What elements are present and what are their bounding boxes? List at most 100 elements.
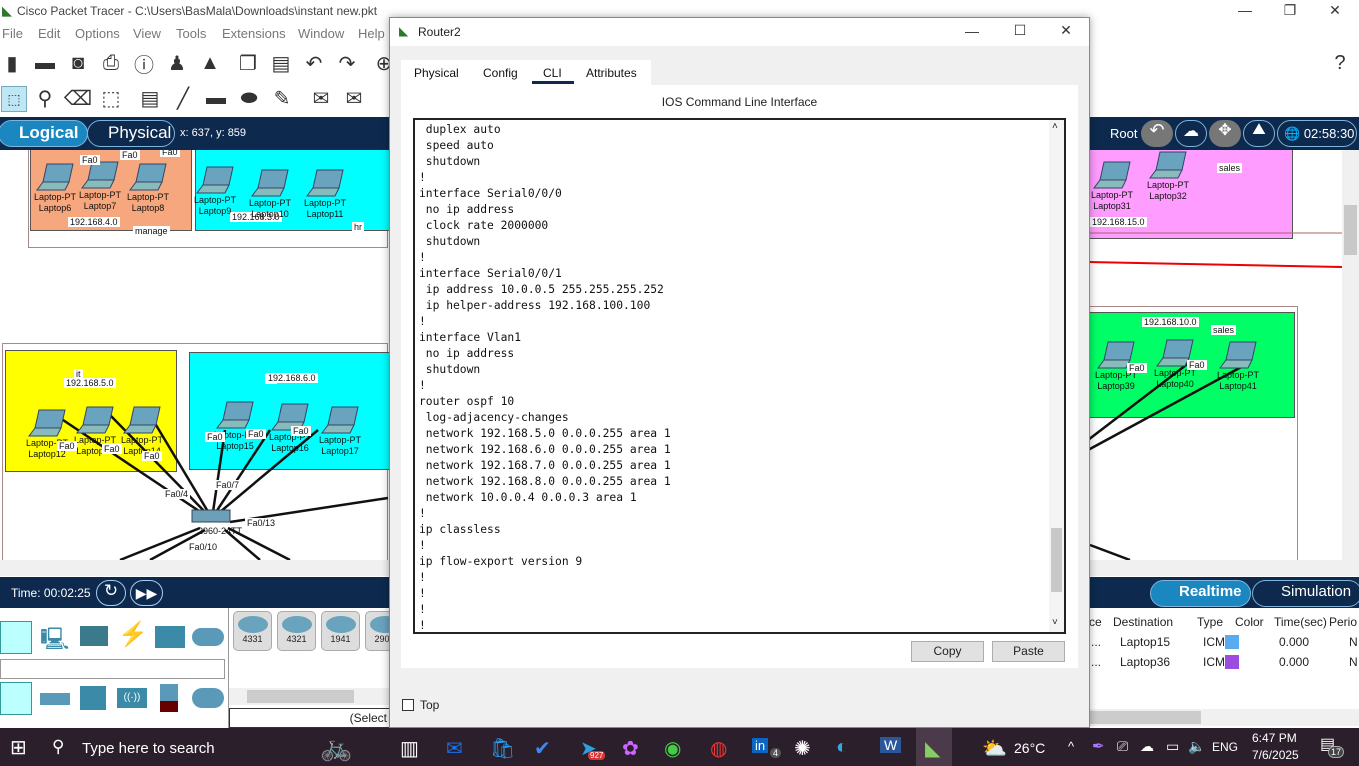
task-view-icon[interactable]: ▥ — [400, 736, 419, 761]
laptop-label[interactable]: Laptop-PT Laptop31 — [1084, 190, 1140, 212]
laptop-label[interactable]: Laptop-PT Laptop11 — [297, 198, 353, 220]
laptop-icon[interactable] — [128, 162, 168, 195]
pdu-column-header[interactable]: Color — [1235, 615, 1264, 629]
end-devices-category-icon[interactable]: 🖳 — [40, 622, 69, 660]
close-button[interactable]: ✕ — [1320, 2, 1350, 19]
info-icon[interactable]: ⓘ — [132, 51, 156, 77]
chrome-icon[interactable]: ◉ — [664, 736, 681, 761]
realtime-mode-button[interactable]: Realtime — [1150, 580, 1251, 607]
camera-icon[interactable]: ⎚ — [1117, 738, 1128, 755]
hubs-subcategory-icon[interactable] — [80, 686, 106, 710]
network-devices-category[interactable] — [0, 621, 32, 654]
app-icon[interactable]: ◍ — [710, 736, 727, 761]
menu-help[interactable]: Help — [358, 26, 385, 41]
models-scrollbar[interactable] — [229, 688, 389, 705]
maximize-button[interactable]: ❐ — [1275, 2, 1305, 19]
physical-view-tab[interactable]: Physical — [87, 120, 175, 147]
laptop-label[interactable]: Laptop-PT Laptop10 — [242, 198, 298, 220]
undo-icon[interactable]: ↶ — [302, 51, 326, 75]
custom-device-icon[interactable]: ▲ — [198, 51, 222, 75]
routers-subcategory[interactable] — [0, 682, 32, 715]
copilot-icon[interactable]: ✿ — [622, 736, 639, 761]
pdu-column-header[interactable]: Perio — [1329, 615, 1357, 629]
tab-config[interactable]: Config — [483, 66, 518, 80]
chatgpt-icon[interactable]: ✺ — [794, 736, 811, 761]
cli-output[interactable]: duplex auto speed auto shutdown ! interf… — [419, 122, 671, 632]
canvas-vertical-scrollbar[interactable] — [1342, 150, 1359, 560]
menu-extensions[interactable]: Extensions — [222, 26, 286, 41]
cli-console[interactable]: duplex auto speed auto shutdown ! interf… — [413, 118, 1066, 634]
store-icon[interactable]: 🛍 — [490, 736, 515, 761]
laptop-icon[interactable] — [122, 405, 162, 438]
todo-icon[interactable]: ✔ — [534, 736, 551, 761]
simulation-mode-button[interactable]: Simulation — [1252, 580, 1359, 607]
pdu-scrollbar[interactable] — [1089, 709, 1359, 726]
power-cycle-icon[interactable]: ↻ — [96, 580, 126, 606]
linkedin-icon[interactable]: in — [752, 738, 769, 753]
menu-window[interactable]: Window — [298, 26, 344, 41]
new-cluster-icon[interactable]: ☁ — [1175, 120, 1207, 147]
security-subcategory-icon[interactable] — [160, 684, 178, 712]
note-icon[interactable]: ▤ — [138, 86, 162, 110]
clock-time[interactable]: 6:47 PM — [1252, 731, 1297, 745]
back-icon[interactable]: ↶ — [1141, 120, 1173, 147]
router-model-4321[interactable]: 4321 — [277, 611, 316, 651]
laptop-label[interactable]: Laptop-PT Laptop17 — [312, 435, 368, 457]
pdu-column-header[interactable]: Time(sec) — [1274, 615, 1327, 629]
menu-edit[interactable]: Edit — [38, 26, 60, 41]
background-image-icon[interactable]: ⛰ — [1243, 120, 1275, 147]
scroll-down-icon[interactable]: ˅ — [1052, 617, 1058, 628]
scroll-up-icon[interactable]: ˄ — [1052, 121, 1058, 132]
cli-scrollbar[interactable]: ˄ ˅ — [1049, 120, 1064, 632]
switches-subcategory-icon[interactable] — [40, 693, 70, 705]
delete-icon[interactable]: ⌫ — [64, 86, 92, 110]
cli-scroll-thumb[interactable] — [1051, 528, 1062, 592]
weather-icon[interactable]: ⛅ — [982, 736, 1007, 761]
activity-wizard-icon[interactable]: ♟ — [165, 51, 189, 75]
wan-emulation-subcategory-icon[interactable] — [192, 688, 224, 708]
laptop-icon[interactable] — [27, 408, 67, 441]
windows-start-icon[interactable]: ⊞ — [10, 735, 27, 760]
freeform-icon[interactable]: ✎ — [270, 86, 294, 110]
router-minimize-button[interactable]: — — [957, 23, 987, 39]
open-folder-icon[interactable]: ▬ — [33, 51, 57, 75]
laptop-icon[interactable] — [195, 165, 235, 198]
tab-cli[interactable]: CLI — [543, 66, 562, 80]
draw-ellipse-icon[interactable]: ⬬ — [237, 86, 261, 110]
menu-file[interactable]: File — [2, 26, 23, 41]
connections-category-icon[interactable]: ⚡ — [118, 620, 148, 649]
laptop-label[interactable]: Laptop-PT Laptop8 — [120, 192, 176, 214]
draw-line-icon[interactable]: ╱ — [171, 86, 195, 110]
switch-icon[interactable] — [191, 509, 231, 523]
laptop-label[interactable]: Laptop-PT Laptop40 — [1147, 368, 1203, 390]
minimize-button[interactable]: — — [1230, 2, 1260, 18]
complex-pdu-icon[interactable]: ✉ — [342, 86, 366, 110]
fast-forward-icon[interactable]: ▶▶ — [130, 580, 163, 606]
pdu-row[interactable]: ... Laptop36 ICMP 0.000 N — [1089, 655, 1359, 673]
components-category-icon[interactable] — [80, 626, 108, 646]
laptop-icon[interactable] — [75, 405, 115, 438]
menu-tools[interactable]: Tools — [176, 26, 206, 41]
wireless-subcategory-icon[interactable]: ((·)) — [117, 688, 147, 708]
language-indicator[interactable]: ENG — [1212, 740, 1238, 754]
laptop-icon[interactable] — [1092, 160, 1132, 193]
laptop-icon[interactable] — [305, 168, 345, 201]
outlook-icon[interactable]: ✉ — [446, 736, 463, 761]
multiuser-category-icon[interactable] — [192, 628, 224, 646]
copy-icon[interactable]: ❐ — [236, 51, 260, 75]
clock-date[interactable]: 7/6/2025 — [1252, 748, 1299, 762]
pdu-row[interactable]: ... Laptop15 ICMP 0.000 N — [1089, 635, 1359, 653]
pdu-column-header[interactable]: Destination — [1113, 615, 1173, 629]
pen-icon[interactable]: ✒ — [1092, 737, 1105, 755]
logical-view-tab[interactable]: Logical — [0, 120, 88, 147]
resize-shape-icon[interactable]: ⬚ — [99, 86, 123, 110]
packet-tracer-taskbar-button[interactable]: ◣ — [916, 728, 952, 766]
menu-options[interactable]: Options — [75, 26, 120, 41]
help-icon[interactable]: ? — [1328, 51, 1352, 75]
save-icon[interactable]: ◙ — [66, 51, 90, 75]
laptop-icon[interactable] — [1148, 150, 1188, 183]
new-file-icon[interactable]: ▮ — [0, 51, 24, 75]
laptop-label[interactable]: Laptop-PT Laptop39 — [1088, 370, 1144, 392]
paste-button[interactable]: Paste — [992, 641, 1065, 662]
laptop-label[interactable]: Laptop-PT Laptop41 — [1210, 370, 1266, 392]
